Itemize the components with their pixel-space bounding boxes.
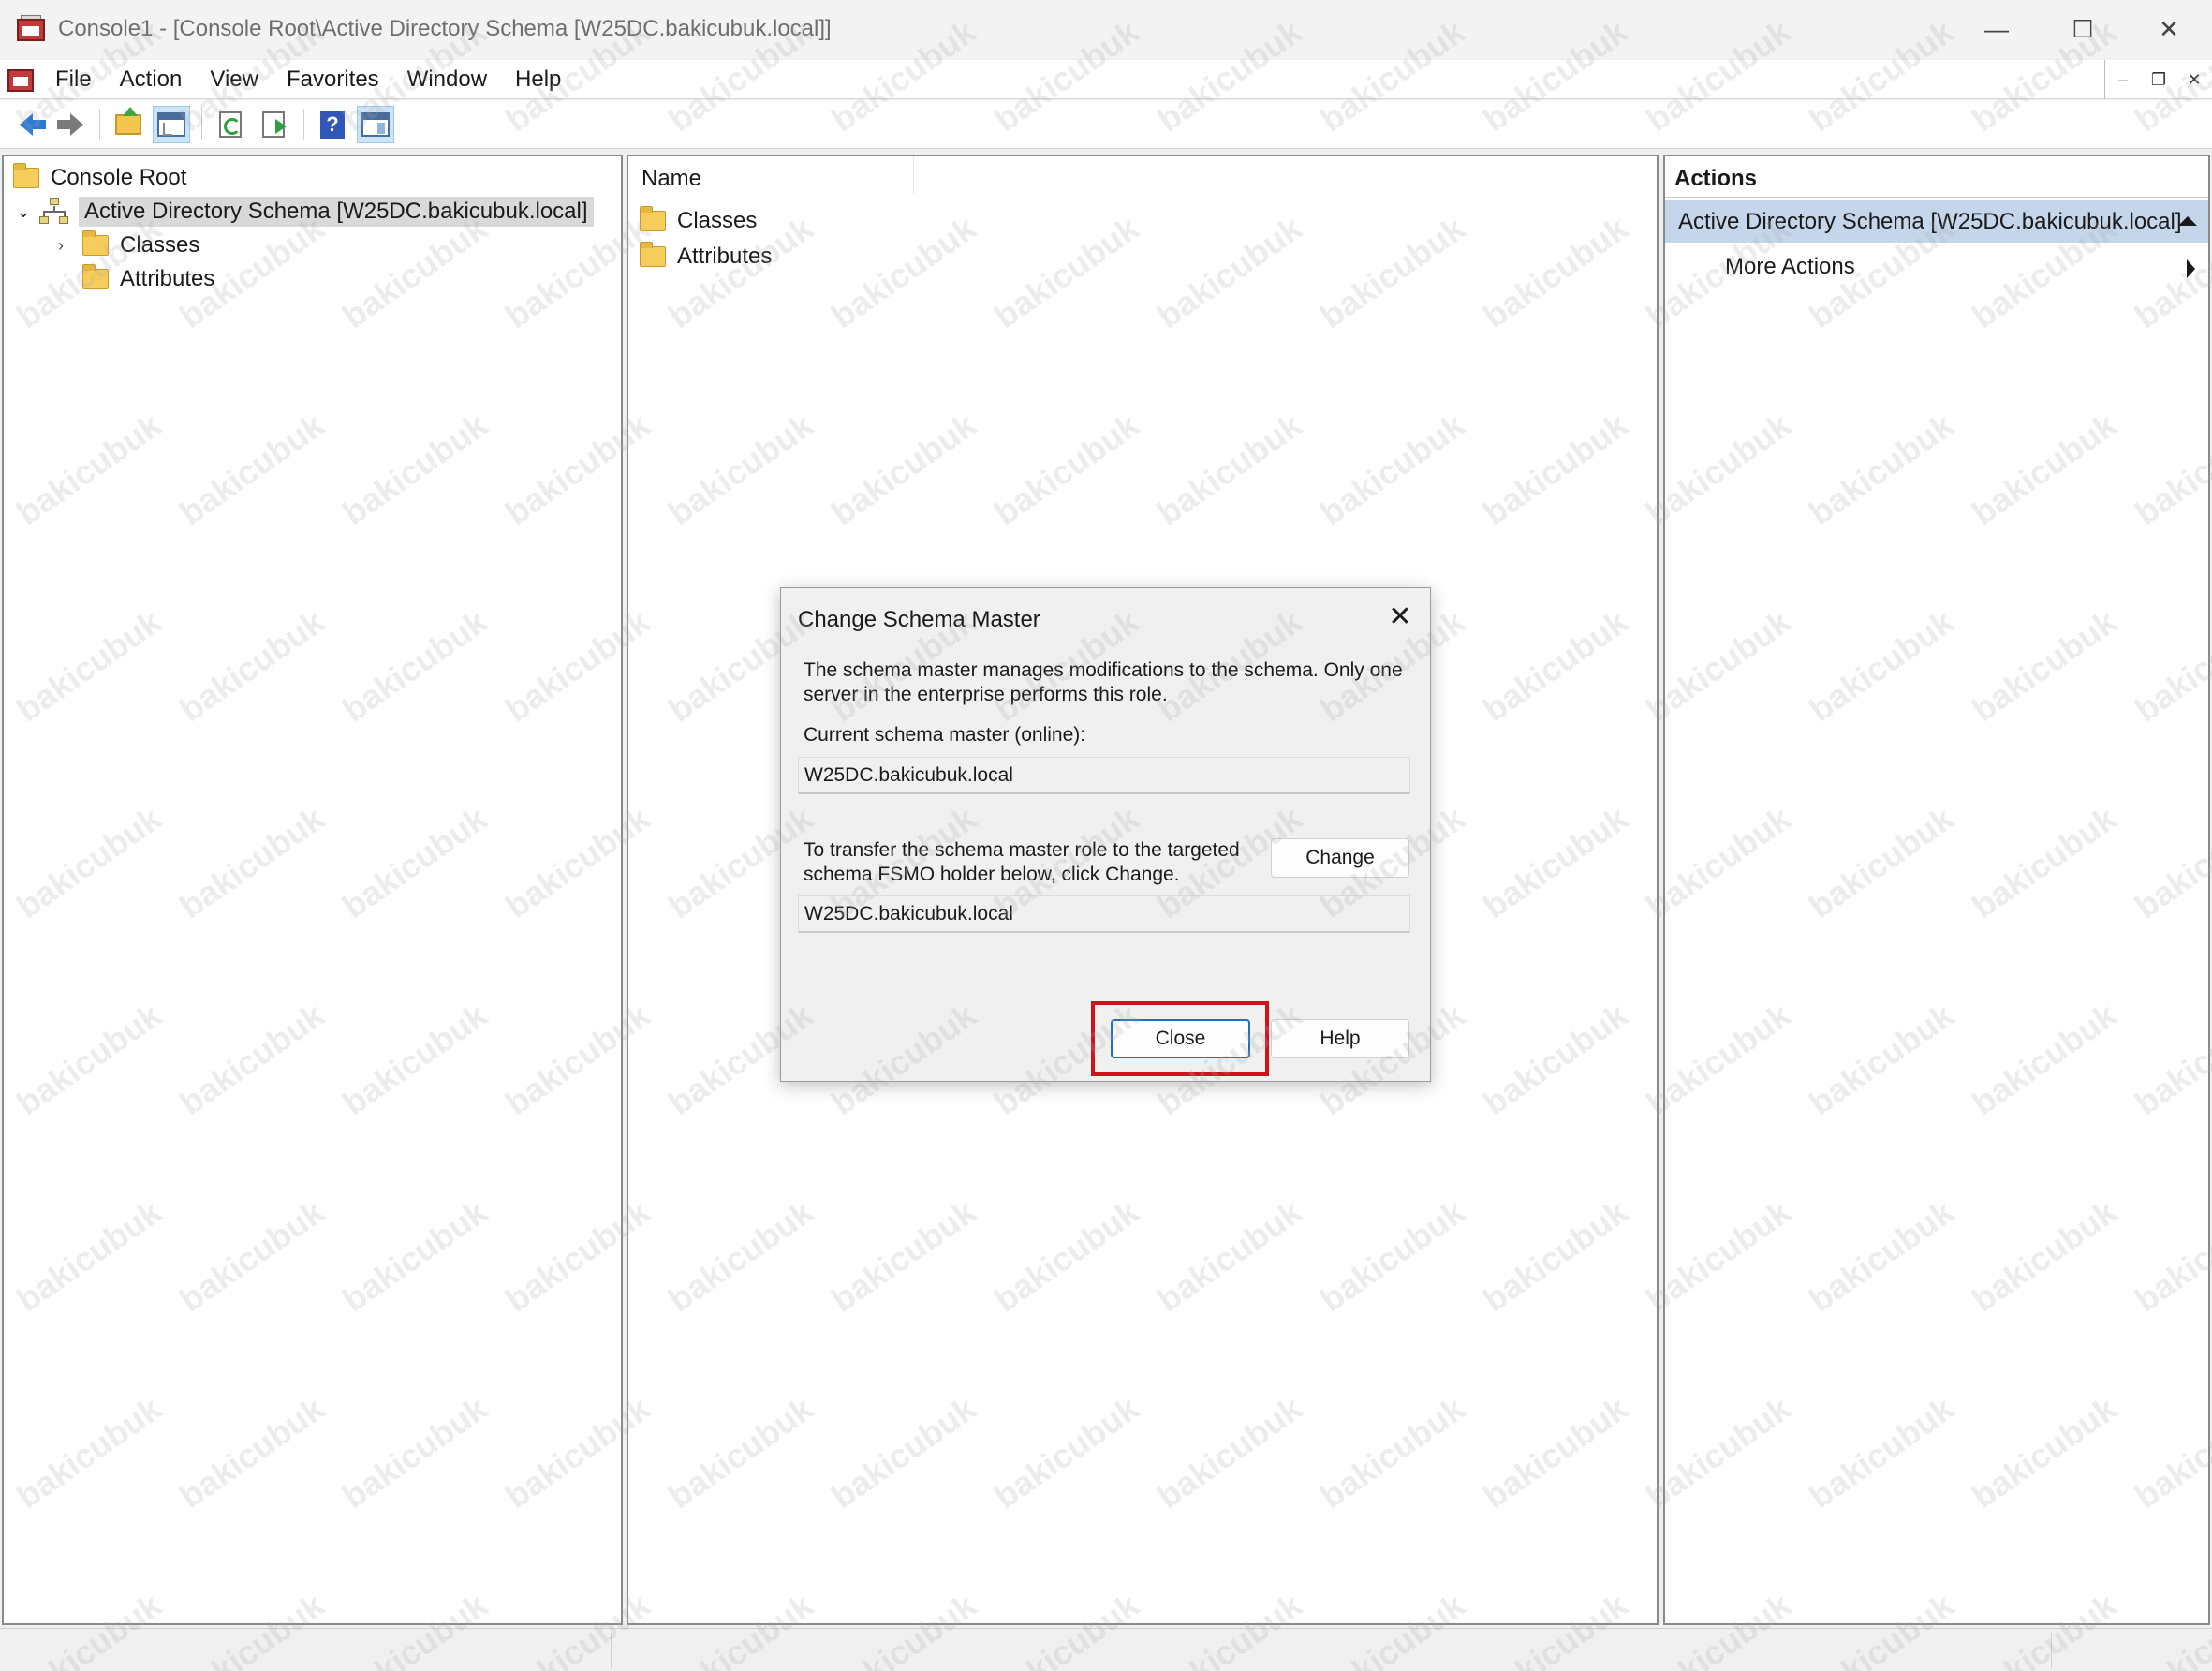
folder-icon [640, 206, 666, 231]
folder-icon [82, 230, 109, 256]
help-icon: ? [320, 110, 345, 139]
menu-window[interactable]: Window [393, 67, 501, 93]
description-line: The schema master manages modifications … [804, 659, 1403, 681]
tree-item-label: Console Root [51, 165, 187, 190]
dialog-description: The schema master manages modifications … [804, 658, 1403, 707]
folder-icon [82, 264, 109, 289]
export-list-icon [262, 111, 287, 138]
list-item-label: Classes [677, 208, 758, 233]
show-hide-console-tree-button[interactable] [153, 105, 190, 143]
toolbar: ? [0, 100, 2212, 149]
description-line: server in the enterprise performs this r… [804, 684, 1168, 705]
column-header-label: Name [641, 166, 702, 191]
up-one-level-icon [115, 106, 141, 135]
current-master-label: Current schema master (online): [804, 724, 1086, 746]
window-controls: — ☐ ✕ [1954, 0, 2212, 58]
actions-section-label: Active Directory Schema [W25DC.bakicubuk… [1678, 209, 2182, 234]
minimize-icon: – [2117, 69, 2128, 89]
help-dialog-button[interactable]: Help [1271, 1019, 1409, 1058]
status-bar-divider [611, 1633, 612, 1668]
tree-item-label: Attributes [120, 266, 215, 291]
folder-icon [640, 242, 666, 267]
restore-icon: ❐ [2150, 69, 2167, 89]
maximize-button[interactable]: ☐ [2040, 0, 2126, 58]
show-hide-console-tree-icon [157, 111, 185, 137]
toolbar-separator [201, 108, 202, 140]
forward-arrow-icon [57, 112, 83, 136]
menu-bar: File Action View Favorites Window Help –… [0, 60, 2212, 99]
show-hide-action-pane-icon [361, 111, 390, 137]
child-restore-button[interactable]: ❐ [2141, 61, 2176, 98]
up-one-level-button[interactable] [110, 106, 147, 143]
forward-button[interactable] [51, 106, 88, 143]
tree-item-label: Active Directory Schema [W25DC.bakicubuk… [79, 197, 594, 227]
transfer-description: To transfer the schema master role to th… [804, 838, 1240, 887]
child-minimize-button[interactable]: – [2105, 61, 2141, 98]
maximize-icon: ☐ [2072, 14, 2094, 43]
refresh-icon [219, 111, 242, 138]
submenu-arrow-icon [2187, 259, 2195, 278]
minimize-icon: — [1984, 14, 2009, 43]
close-window-button[interactable]: ✕ [2126, 0, 2212, 58]
description-line: To transfer the schema master role to th… [804, 839, 1240, 861]
collapse-up-icon[interactable] [2178, 216, 2197, 226]
child-close-button[interactable]: ✕ [2176, 61, 2212, 98]
mmc-app-icon[interactable] [15, 13, 47, 45]
menu-favorites[interactable]: Favorites [273, 67, 393, 93]
window-title: Console1 - [Console Root\Active Director… [58, 16, 832, 41]
target-master-field[interactable]: W25DC.bakicubuk.local [798, 895, 1410, 933]
back-button[interactable] [7, 106, 46, 143]
close-button-highlight [1091, 1001, 1269, 1076]
toolbar-separator [99, 108, 100, 140]
tree-item-label: Classes [120, 232, 200, 258]
menu-help[interactable]: Help [501, 67, 575, 93]
toolbar-separator [303, 108, 304, 140]
tree-item-classes[interactable]: › Classes [51, 229, 199, 261]
console-tree-pane: Console Root ⌄ Active Directory Schema [… [2, 155, 623, 1625]
list-item-label: Attributes [677, 244, 773, 269]
menu-action[interactable]: Action [106, 67, 197, 93]
tree-item-console-root[interactable]: Console Root [13, 162, 186, 194]
close-icon: ✕ [2187, 69, 2202, 89]
menu-view[interactable]: View [196, 67, 273, 93]
tree-item-attributes[interactable]: Attributes [82, 263, 214, 295]
dialog-title: Change Schema Master [798, 607, 1040, 632]
tree-item-active-directory-schema[interactable]: ⌄ Active Directory Schema [W25DC.bakicub… [13, 196, 594, 228]
menu-file[interactable]: File [41, 67, 106, 93]
list-item-attributes[interactable]: Attributes [640, 241, 772, 273]
show-hide-action-pane-button[interactable] [357, 105, 394, 143]
status-bar-divider [2051, 1633, 2052, 1668]
minimize-button[interactable]: — [1954, 0, 2040, 58]
export-list-button[interactable] [255, 106, 292, 143]
status-bar [0, 1628, 2212, 1671]
help-button[interactable]: ? [314, 106, 351, 143]
column-header-name[interactable]: Name [628, 156, 914, 194]
dialog-close-button[interactable]: ✕ [1381, 598, 1419, 635]
actions-header: Actions [1665, 156, 2208, 198]
title-bar: Console1 - [Console Root\Active Director… [0, 0, 2212, 58]
close-icon: ✕ [1388, 600, 1412, 632]
back-arrow-icon [20, 112, 46, 136]
actions-section-schema[interactable]: Active Directory Schema [W25DC.bakicubuk… [1665, 200, 2208, 243]
close-icon: ✕ [2159, 14, 2179, 43]
schema-snapin-icon [39, 198, 69, 226]
actions-pane: Actions Active Directory Schema [W25DC.b… [1663, 155, 2210, 1625]
more-actions-label: More Actions [1725, 254, 1855, 279]
folder-icon [13, 163, 39, 188]
description-line: schema FSMO holder below, click Change. [804, 864, 1180, 885]
change-button[interactable]: Change [1271, 838, 1409, 878]
console-menu-icon[interactable] [6, 64, 37, 96]
child-window-controls: – ❐ ✕ [2104, 60, 2212, 99]
more-actions-item[interactable]: More Actions [1665, 244, 2208, 288]
expand-chevron-icon[interactable]: ⌄ [13, 201, 34, 222]
refresh-button[interactable] [212, 106, 249, 143]
current-master-field[interactable]: W25DC.bakicubuk.local [798, 757, 1410, 794]
chevron-right-icon[interactable]: › [51, 235, 71, 256]
list-item-classes[interactable]: Classes [640, 205, 757, 237]
